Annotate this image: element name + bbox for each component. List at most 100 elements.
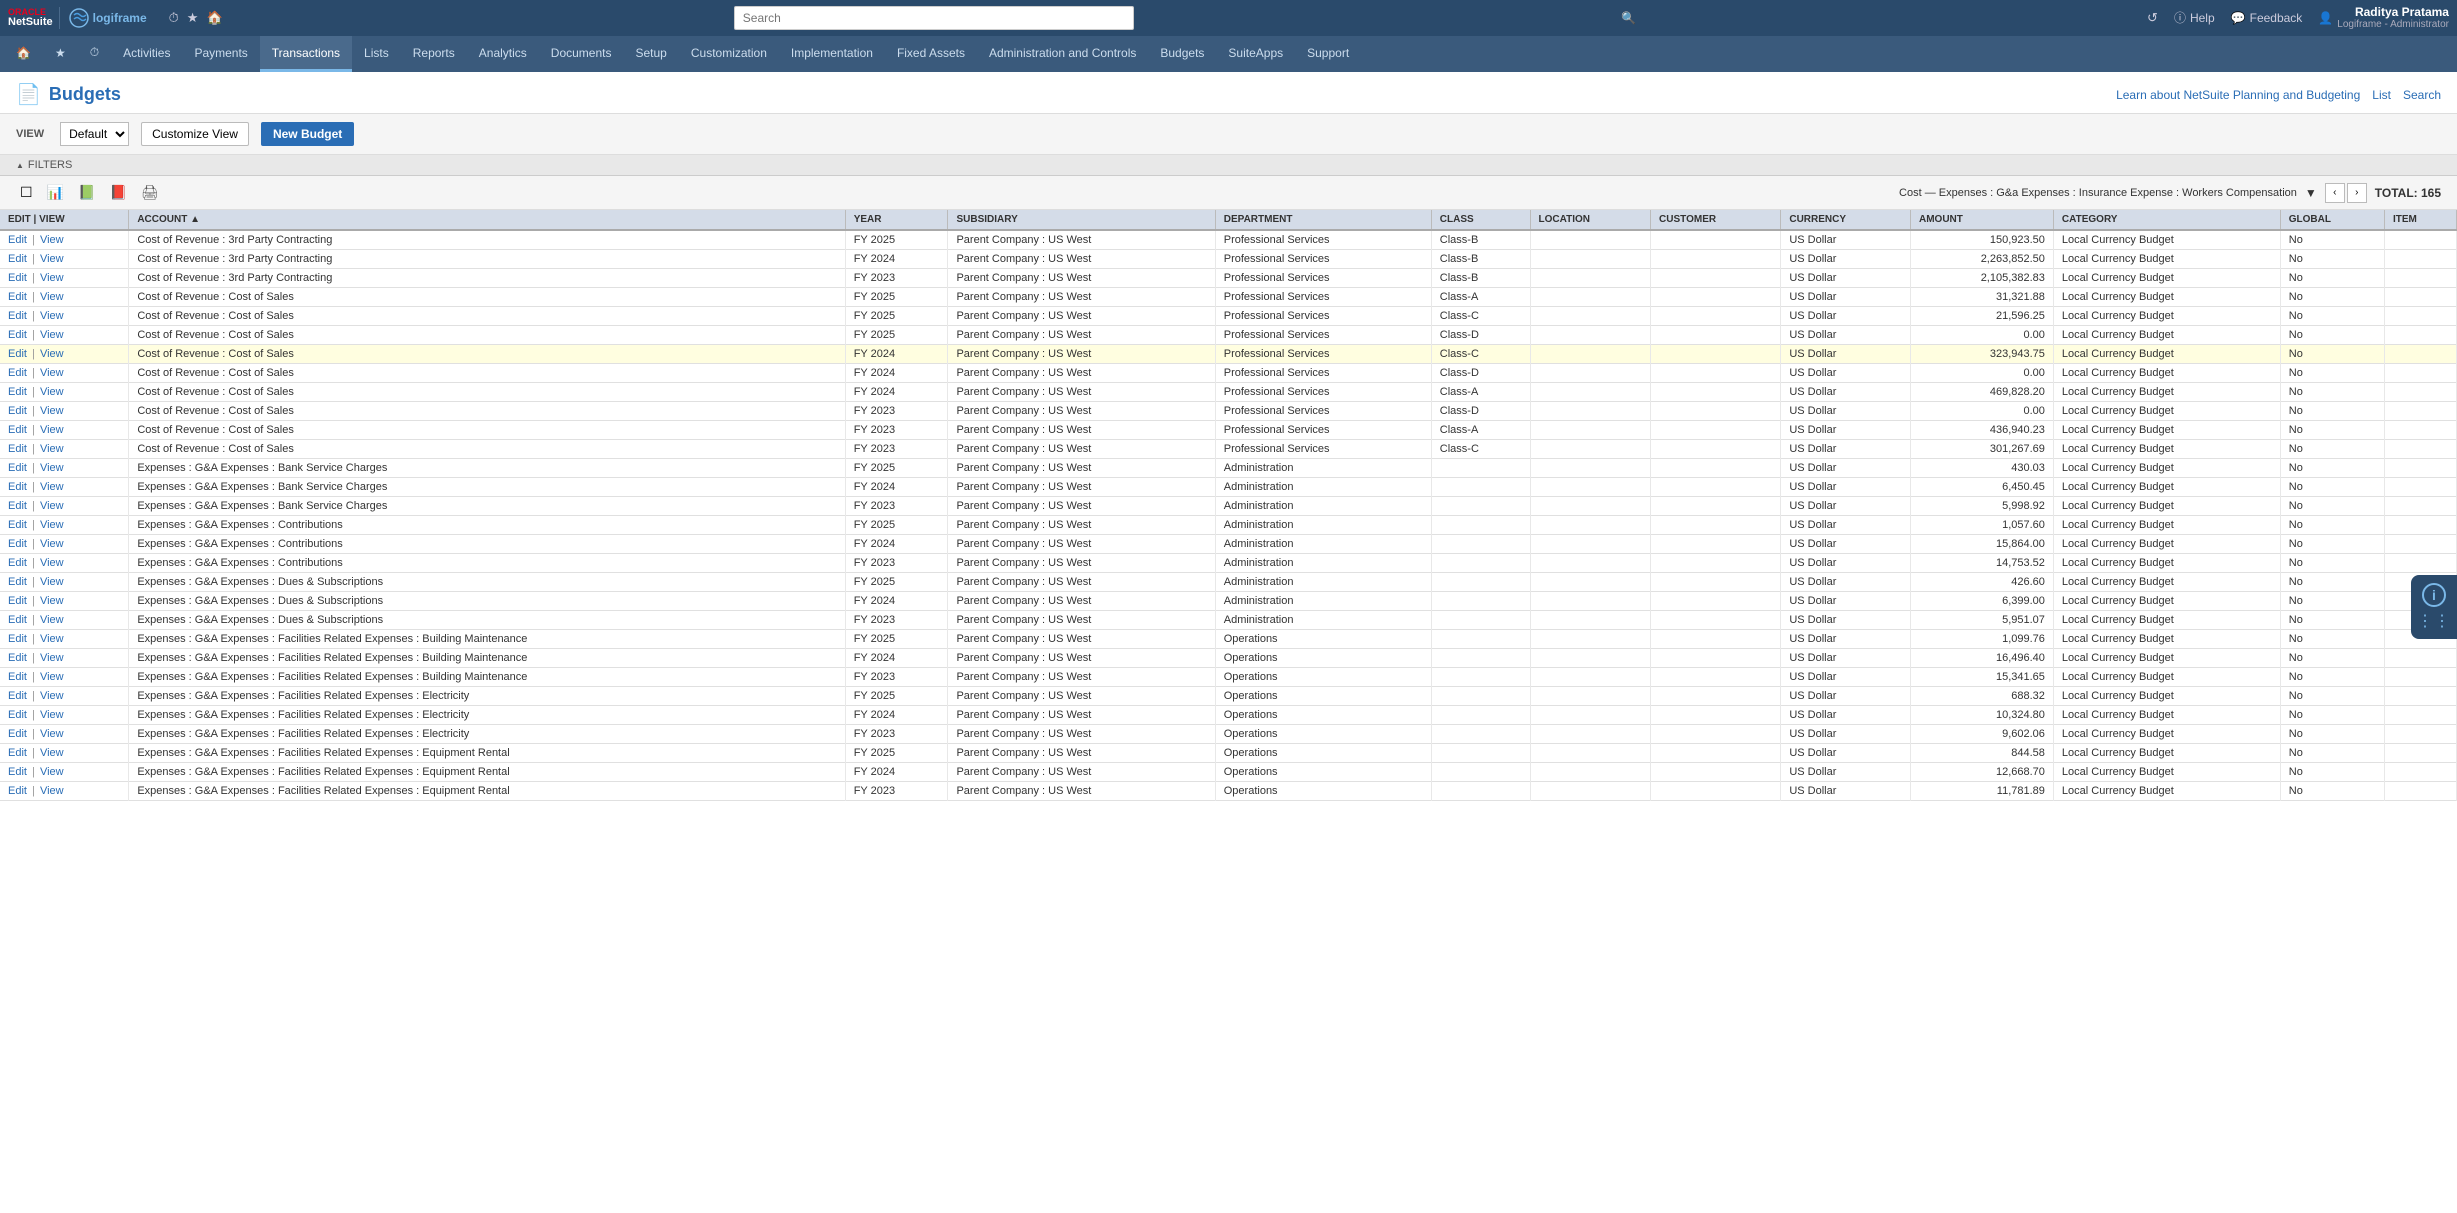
edit-link[interactable]: Edit (8, 386, 27, 398)
edit-link[interactable]: Edit (8, 785, 27, 797)
col-subsidiary[interactable]: SUBSIDIARY (948, 210, 1215, 230)
col-location[interactable]: LOCATION (1530, 210, 1651, 230)
filters-toggle[interactable]: ▲ FILTERS (16, 159, 72, 171)
edit-link[interactable]: Edit (8, 671, 27, 683)
edit-link[interactable]: Edit (8, 234, 27, 246)
view-link[interactable]: View (40, 766, 64, 778)
nav-item-implementation[interactable]: Implementation (779, 36, 885, 72)
col-item[interactable]: ITEM (2384, 210, 2456, 230)
view-link[interactable]: View (40, 481, 64, 493)
side-info-panel[interactable]: i ⋮⋮ (2411, 575, 2457, 639)
nav-item-support[interactable]: Support (1295, 36, 1361, 72)
export-csv-button[interactable]: 📊 (43, 182, 68, 203)
nav-item-analytics[interactable]: Analytics (467, 36, 539, 72)
edit-link[interactable]: Edit (8, 557, 27, 569)
nav-item-reports[interactable]: Reports (401, 36, 467, 72)
col-account[interactable]: ACCOUNT ▲ (129, 210, 845, 230)
view-link[interactable]: View (40, 367, 64, 379)
nav-item-favorites[interactable]: ★ (43, 36, 78, 72)
edit-link[interactable]: Edit (8, 633, 27, 645)
search-icon[interactable]: 🔍 (1621, 11, 1636, 25)
view-link[interactable]: View (40, 424, 64, 436)
export-pdf-button[interactable]: 📕 (105, 182, 130, 203)
edit-link[interactable]: Edit (8, 481, 27, 493)
col-department[interactable]: DEPARTMENT (1215, 210, 1431, 230)
edit-link[interactable]: Edit (8, 728, 27, 740)
view-link[interactable]: View (40, 538, 64, 550)
view-link[interactable]: View (40, 652, 64, 664)
view-link[interactable]: View (40, 310, 64, 322)
edit-link[interactable]: Edit (8, 462, 27, 474)
view-link[interactable]: View (40, 633, 64, 645)
nav-item-suiteapps[interactable]: SuiteApps (1216, 36, 1295, 72)
list-link[interactable]: List (2372, 88, 2391, 102)
view-select[interactable]: Default (60, 122, 129, 146)
edit-link[interactable]: Edit (8, 424, 27, 436)
edit-link[interactable]: Edit (8, 348, 27, 360)
view-link[interactable]: View (40, 405, 64, 417)
edit-link[interactable]: Edit (8, 576, 27, 588)
print-button[interactable]: 🖨 (137, 182, 163, 203)
new-budget-button[interactable]: New Budget (261, 122, 354, 146)
edit-link[interactable]: Edit (8, 595, 27, 607)
view-link[interactable]: View (40, 690, 64, 702)
col-customer[interactable]: CUSTOMER (1651, 210, 1781, 230)
nav-item-budgets[interactable]: Budgets (1148, 36, 1216, 72)
favorites-icon[interactable]: ★ (187, 10, 199, 26)
edit-link[interactable]: Edit (8, 272, 27, 284)
col-amount[interactable]: AMOUNT (1910, 210, 2053, 230)
view-link[interactable]: View (40, 671, 64, 683)
breadcrumb-dropdown-icon[interactable]: ▼ (2305, 186, 2317, 200)
help-link[interactable]: ⓘ Help (2174, 9, 2215, 26)
edit-link[interactable]: Edit (8, 291, 27, 303)
view-link[interactable]: View (40, 785, 64, 797)
view-link[interactable]: View (40, 500, 64, 512)
edit-link[interactable]: Edit (8, 405, 27, 417)
nav-item-admin-controls[interactable]: Administration and Controls (977, 36, 1148, 72)
edit-link[interactable]: Edit (8, 690, 27, 702)
nav-item-fixed-assets[interactable]: Fixed Assets (885, 36, 977, 72)
nav-item-transactions[interactable]: Transactions (260, 36, 352, 72)
nav-item-documents[interactable]: Documents (539, 36, 624, 72)
learn-planning-budgeting-link[interactable]: Learn about NetSuite Planning and Budget… (2116, 88, 2360, 102)
view-link[interactable]: View (40, 709, 64, 721)
view-link[interactable]: View (40, 519, 64, 531)
col-global[interactable]: GLOBAL (2280, 210, 2384, 230)
view-link[interactable]: View (40, 348, 64, 360)
view-link[interactable]: View (40, 747, 64, 759)
view-link[interactable]: View (40, 234, 64, 246)
user-menu[interactable]: 👤 Raditya Pratama Logiframe - Administra… (2318, 5, 2449, 31)
select-all-checkbox[interactable]: ☐ (16, 182, 37, 203)
view-link[interactable]: View (40, 329, 64, 341)
view-link[interactable]: View (40, 595, 64, 607)
edit-link[interactable]: Edit (8, 614, 27, 626)
view-link[interactable]: View (40, 576, 64, 588)
home-icon[interactable]: 🏠 (206, 10, 222, 26)
edit-link[interactable]: Edit (8, 500, 27, 512)
nav-item-activities[interactable]: Activities (111, 36, 182, 72)
edit-link[interactable]: Edit (8, 367, 27, 379)
col-category[interactable]: CATEGORY (2053, 210, 2280, 230)
edit-link[interactable]: Edit (8, 766, 27, 778)
nav-item-payments[interactable]: Payments (182, 36, 259, 72)
nav-item-customization[interactable]: Customization (679, 36, 779, 72)
nav-item-setup[interactable]: Setup (624, 36, 679, 72)
edit-link[interactable]: Edit (8, 747, 27, 759)
view-link[interactable]: View (40, 443, 64, 455)
col-class[interactable]: CLASS (1431, 210, 1530, 230)
edit-link[interactable]: Edit (8, 519, 27, 531)
view-link[interactable]: View (40, 462, 64, 474)
feedback-link[interactable]: 💬 Feedback (2231, 11, 2303, 25)
recent-icon[interactable]: ⏱ (169, 10, 179, 26)
edit-link[interactable]: Edit (8, 443, 27, 455)
nav-item-recent[interactable]: ⏱ (78, 36, 111, 72)
view-link[interactable]: View (40, 272, 64, 284)
edit-link[interactable]: Edit (8, 310, 27, 322)
nav-item-home[interactable]: 🏠 (4, 36, 43, 72)
view-link[interactable]: View (40, 557, 64, 569)
col-currency[interactable]: CURRENCY (1781, 210, 1911, 230)
global-search-input[interactable] (734, 6, 1134, 30)
next-page-button[interactable]: › (2347, 183, 2367, 203)
search-link[interactable]: Search (2403, 88, 2441, 102)
view-link[interactable]: View (40, 253, 64, 265)
